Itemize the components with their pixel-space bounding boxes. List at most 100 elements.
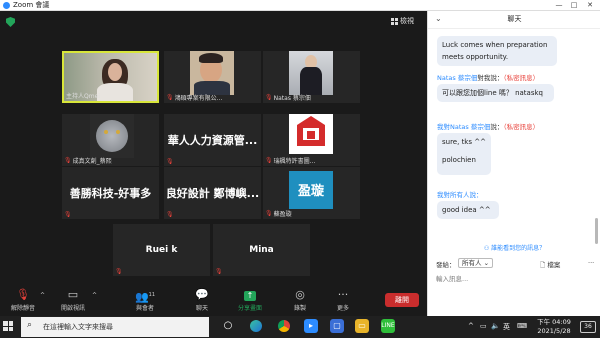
start-video-button[interactable]: ▭ 開啟視訊 [56, 288, 90, 312]
edge-icon[interactable] [249, 319, 263, 333]
tile-name: 🎙 瑞楓特許書圖... [265, 157, 316, 165]
meeting-area: 檢視 主持人Qmei 🎙 鴻碩專案有限公... 🎙 Natas 蔡宗佃 🎙 成真… [0, 11, 427, 316]
task-view-icon[interactable]: ○ [221, 319, 235, 333]
zoom-taskbar-icon[interactable]: ▸ [304, 319, 318, 333]
tile-name: 🎙 Natas 蔡宗佃 [265, 94, 311, 102]
encryption-shield-icon[interactable] [6, 17, 15, 27]
taskbar-search[interactable]: ⌕ 在這裡輸入文字來搜尋 [21, 317, 209, 337]
video-tile-mina[interactable]: Mina 🎙 [213, 224, 310, 276]
start-video-label: 開啟視訊 [60, 305, 85, 312]
maximize-button[interactable]: □ [569, 0, 579, 11]
chat-message: sure, tks ^^ polochien [437, 133, 491, 175]
chat-message: 可以跟您加個line 嗎？ nataskq [437, 84, 554, 102]
more-label: 更多 [336, 305, 349, 312]
search-placeholder: 在這裡輸入文字來搜尋 [43, 323, 113, 331]
video-tile-lianghao[interactable]: 良好設計 鄭博嶼... 🎙 [164, 167, 261, 219]
video-tile-huaren[interactable]: 華人人力資源管... 🎙 [164, 114, 261, 166]
close-button[interactable]: ✕ [585, 0, 595, 11]
video-tile-chengzhen[interactable]: 🎙 成真文創_蔡熙 [62, 114, 159, 166]
participants-icon: 👥11 [134, 290, 156, 304]
cat-avatar [90, 114, 134, 158]
participant-name: Mina [249, 245, 274, 255]
participants-button[interactable]: 👥11 與會者 [128, 288, 162, 312]
line-app-icon[interactable]: LINE [381, 319, 395, 333]
video-tile-host[interactable]: 主持人Qmei [62, 51, 159, 103]
video-tile-ruei[interactable]: Ruei k 🎙 [113, 224, 210, 276]
window-title: Zoom 會議 [13, 1, 50, 9]
chat-messages: Luck comes when preparation meets opport… [428, 30, 595, 244]
input-language[interactable]: 英 [503, 322, 510, 332]
tile-name: 🎙 蘇盈璇 [265, 210, 292, 218]
participant-name: 善勝科技-好事多 [69, 187, 152, 200]
logo-avatar [289, 114, 333, 154]
more-button[interactable]: ··· 更多 [326, 288, 360, 312]
mic-muted-icon: 🎙 [16, 288, 30, 301]
video-tile-suyingxuan[interactable]: 盈璇 🎙 蘇盈璇 [263, 167, 360, 219]
clock-time: 下午 04:09 [537, 318, 571, 326]
participant-name: Ruei k [145, 245, 178, 255]
scrollbar-thumb[interactable] [595, 218, 598, 244]
gallery-view-label: 檢視 [400, 17, 414, 25]
chat-header: ⌄ 聊天 [428, 11, 600, 29]
chat-title: 聊天 [507, 15, 522, 23]
video-off-icon: ▭ [67, 288, 79, 301]
video-tile-hongshuo[interactable]: 🎙 鴻碩專案有限公... [164, 51, 261, 103]
tile-name: 🎙 [166, 211, 174, 218]
file-button[interactable]: 🗋 檔案 [540, 259, 560, 272]
chat-button[interactable]: 💬 聊天 [185, 288, 219, 312]
video-options-caret[interactable]: ^ [92, 292, 97, 299]
chat-message: Luck comes when preparation meets opport… [437, 36, 557, 66]
notification-center-button[interactable]: 36 [580, 321, 596, 333]
who-can-see-link[interactable]: ⚇ 誰能看到您的訊息？ [428, 243, 600, 252]
share-screen-button[interactable]: ↑ 分享畫面 [233, 288, 267, 312]
tray-expand-icon[interactable]: ^ [468, 322, 474, 330]
participant-name: 良好設計 鄭博嶼... [165, 187, 260, 200]
participants-label: 與會者 [135, 305, 154, 312]
avatar: 盈璇 [289, 171, 333, 209]
mic-muted-icon: 🎙 [265, 157, 273, 164]
tile-name: 主持人Qmei [66, 93, 100, 100]
mic-muted-icon: 🎙 [115, 268, 123, 275]
ime-icon[interactable]: ⌨ [517, 322, 527, 330]
app-icon[interactable]: ▢ [330, 319, 344, 333]
mic-muted-icon: 🎙 [166, 211, 174, 218]
chat-message-meta: Natas 蔡宗佃對我說：（私密訊息） [437, 74, 540, 82]
meeting-toolbar: 🎙 解除靜音 ^ ▭ 開啟視訊 ^ 👥11 與會者 💬 聊天 ↑ 分享畫面 ◎ … [0, 283, 427, 316]
tile-name: 🎙 [115, 268, 123, 275]
record-button[interactable]: ◎ 錄製 [283, 288, 317, 312]
windows-start-icon[interactable] [3, 321, 13, 331]
chat-message-meta: 我對Natas 蔡宗佃說：（私密訊息） [437, 123, 540, 131]
recipient-select[interactable]: 所有人 ⌄ [458, 258, 494, 268]
chat-message: good idea ^^ [437, 201, 499, 219]
video-tile-shansheng[interactable]: 善勝科技-好事多 🎙 [62, 167, 159, 219]
unmute-button[interactable]: 🎙 解除靜音 [6, 288, 40, 312]
share-screen-icon: ↑ [233, 288, 267, 302]
grid-icon [391, 17, 398, 25]
chrome-icon[interactable] [277, 319, 291, 333]
tile-name: 🎙 成真文創_蔡熙 [64, 157, 112, 165]
chat-scrollbar[interactable] [595, 30, 599, 244]
chat-label: 聊天 [195, 305, 208, 312]
network-icon[interactable]: ▭ [480, 322, 487, 330]
mic-muted-icon: 🎙 [166, 94, 174, 101]
mic-muted-icon: 🎙 [64, 157, 72, 164]
leave-button[interactable]: 離開 [385, 293, 419, 307]
send-to-label: 發給： [436, 261, 456, 269]
unmute-label: 解除靜音 [10, 305, 35, 312]
video-tile-natas[interactable]: 🎙 Natas 蔡宗佃 [263, 51, 360, 103]
video-tile-ruifeng[interactable]: 🎙 瑞楓特許書圖... [263, 114, 360, 166]
zoom-logo-icon [3, 2, 10, 9]
mic-muted-icon: 🎙 [265, 94, 273, 101]
chat-more-button[interactable]: ··· [588, 259, 594, 267]
chat-recipient-row: 發給： 所有人 ⌄ 🗋 檔案 ··· [436, 258, 596, 272]
file-explorer-icon[interactable]: ▭ [355, 319, 369, 333]
volume-icon[interactable]: 🔈 [491, 322, 500, 330]
taskbar-clock[interactable]: 下午 04:09 2021/5/28 [535, 318, 573, 336]
mic-muted-icon: 🎙 [215, 268, 223, 275]
audio-options-caret[interactable]: ^ [40, 292, 45, 299]
taskbar: ⌕ 在這裡輸入文字來搜尋 ○ ▸ ▢ ▭ LINE ^ ▭ 🔈 英 ⌨ 下午 0… [0, 316, 600, 338]
chat-input[interactable]: 輸入訊息... [436, 273, 596, 303]
gallery-view-button[interactable]: 檢視 [391, 16, 414, 26]
chat-panel: ⌄ 聊天 Luck comes when preparation meets o… [427, 11, 600, 316]
minimize-button[interactable]: — [554, 0, 564, 11]
